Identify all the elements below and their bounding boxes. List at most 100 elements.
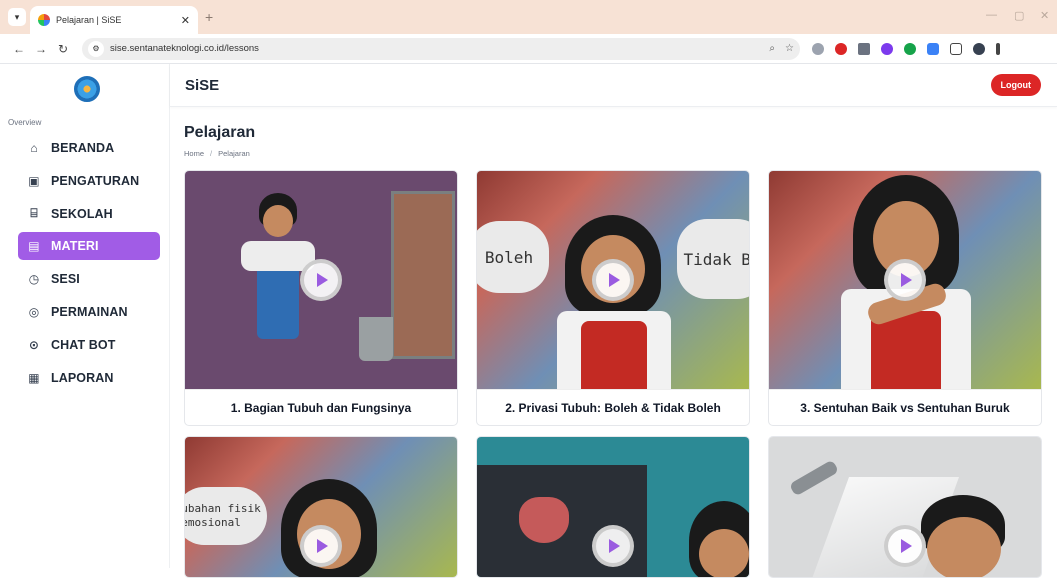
lesson-title[interactable]: 3. Sentuhan Baik vs Sentuhan Buruk <box>769 389 1041 425</box>
lesson-card[interactable] <box>768 436 1042 578</box>
lesson-title[interactable]: 1. Bagian Tubuh dan Fungsinya <box>185 389 457 425</box>
page-title: Pelajaran <box>184 124 256 141</box>
app-root: Overview ⌂ BERANDA ▣ PENGATURAN ⌸ SEKOLA… <box>0 64 1057 578</box>
zoom-icon[interactable]: ⌕ <box>769 43 775 54</box>
speech-bubble-left: Boleh <box>477 221 549 293</box>
home-icon: ⌂ <box>30 141 38 155</box>
sidebar-item-label: BERANDA <box>51 141 115 155</box>
purple-extension-icon[interactable] <box>881 42 893 55</box>
speech-bubble-left: ubahan fisik emosional <box>185 487 267 545</box>
sise-logo-icon[interactable] <box>74 76 100 102</box>
sidebar-item-label: PERMAINAN <box>51 304 128 319</box>
anatomy-illustration <box>519 497 569 543</box>
bookmark-star-icon[interactable]: ☆ <box>785 43 794 54</box>
user-settings-icon: ▣ <box>28 173 40 188</box>
play-icon <box>609 273 620 287</box>
sidebar-menu: ⌂ BERANDA ▣ PENGATURAN ⌸ SEKOLAH ▤ MATER… <box>18 134 160 396</box>
lesson-card[interactable]: 3. Sentuhan Baik vs Sentuhan Buruk <box>768 170 1042 426</box>
close-tab-icon[interactable]: ✕ <box>181 14 190 27</box>
face-shape <box>263 205 293 237</box>
play-icon <box>901 273 912 287</box>
browser-menu-icon[interactable] <box>996 42 1000 55</box>
sidebar-item-sesi[interactable]: ◷ SESI <box>18 265 160 293</box>
play-icon <box>317 273 328 287</box>
school-icon: ⌸ <box>30 206 38 221</box>
play-button[interactable] <box>592 259 634 301</box>
sidebar-item-laporan[interactable]: ▦ LAPORAN <box>18 364 160 392</box>
sidebar: Overview ⌂ BERANDA ▣ PENGATURAN ⌸ SEKOLA… <box>0 64 170 568</box>
lesson-thumbnail[interactable]: Boleh Tidak Bo <box>477 171 749 389</box>
address-bar[interactable]: ⚙ sise.sentanateknologi.co.id/lessons ⌕ … <box>82 37 800 60</box>
camera-extension-icon[interactable] <box>812 42 824 55</box>
play-button[interactable] <box>884 259 926 301</box>
locker-illustration <box>391 191 455 359</box>
speech-bubble-right: Tidak Bo <box>677 219 749 299</box>
lesson-thumbnail[interactable] <box>477 437 749 577</box>
sidebar-item-chat-bot[interactable]: ⊙ CHAT BOT <box>18 331 160 359</box>
sidebar-item-beranda[interactable]: ⌂ BERANDA <box>18 134 160 162</box>
minimize-icon[interactable]: — <box>986 9 997 21</box>
lesson-thumbnail[interactable] <box>185 171 457 389</box>
sidebar-item-label: SEKOLAH <box>51 206 113 221</box>
play-button[interactable] <box>300 525 342 568</box>
blue-extension-icon[interactable] <box>927 42 939 55</box>
dress-shape <box>581 321 647 389</box>
play-button[interactable] <box>300 259 342 301</box>
lesson-title[interactable]: 2. Privasi Tubuh: Boleh & Tidak Boleh <box>477 389 749 425</box>
trash-bin-illustration <box>359 317 393 361</box>
sidebar-section-label: Overview <box>8 118 42 127</box>
window-close-icon[interactable]: ✕ <box>1040 9 1049 22</box>
logout-button[interactable]: Logout <box>990 74 1041 96</box>
breadcrumb: Home / Pelajaran <box>184 149 250 158</box>
gamepad-icon: ◎ <box>28 304 40 319</box>
main-content: SiSE Logout Pelajaran Home / Pelajaran 1. … <box>170 64 1057 578</box>
puzzle-extensions-icon[interactable] <box>950 42 962 55</box>
play-button[interactable] <box>592 525 634 568</box>
play-icon <box>609 539 620 554</box>
cursor-extension-icon[interactable] <box>858 42 870 55</box>
tab-search-icon[interactable]: ▾ <box>8 8 26 26</box>
search-extension-icon[interactable] <box>904 42 916 55</box>
lesson-thumbnail[interactable]: ubahan fisik emosional <box>185 437 457 577</box>
play-icon <box>901 539 912 554</box>
timer-icon: ◷ <box>28 272 40 287</box>
browser-tab[interactable]: Pelajaran | SiSE ✕ <box>30 6 198 34</box>
shower-head-illustration <box>788 459 840 497</box>
tab-title: Pelajaran | SiSE <box>56 15 122 25</box>
sidebar-item-sekolah[interactable]: ⌸ SEKOLAH <box>18 200 160 228</box>
face-shape <box>927 517 1001 577</box>
lesson-card[interactable] <box>476 436 750 578</box>
play-button[interactable] <box>884 525 926 568</box>
profile-avatar-icon[interactable] <box>973 42 985 55</box>
reload-icon[interactable]: ↻ <box>52 42 74 56</box>
lesson-card[interactable]: Boleh Tidak Bo 2. Privasi Tubuh: Boleh &… <box>476 170 750 426</box>
report-icon: ▦ <box>28 370 40 385</box>
lesson-card[interactable]: ubahan fisik emosional <box>184 436 458 578</box>
extensions-bar <box>812 42 1000 55</box>
brand-title: SiSE <box>185 76 220 94</box>
lesson-card[interactable]: 1. Bagian Tubuh dan Fungsinya <box>184 170 458 426</box>
sidebar-item-pengaturan[interactable]: ▣ PENGATURAN <box>18 167 160 195</box>
sidebar-item-label: CHAT BOT <box>51 337 116 352</box>
red-extension-icon[interactable] <box>835 42 847 55</box>
breadcrumb-home[interactable]: Home <box>184 149 204 158</box>
save-icon: ▤ <box>28 239 40 254</box>
site-info-icon[interactable]: ⚙ <box>88 40 104 57</box>
lesson-grid: 1. Bagian Tubuh dan Fungsinya Boleh Tida… <box>184 170 1042 578</box>
sidebar-item-label: SESI <box>51 272 80 287</box>
new-tab-icon[interactable]: + <box>205 9 213 25</box>
sidebar-item-label: MATERI <box>51 239 99 254</box>
top-bar: SiSE Logout <box>170 64 1057 107</box>
lesson-thumbnail[interactable] <box>769 437 1041 577</box>
lesson-thumbnail[interactable] <box>769 171 1041 389</box>
sidebar-item-materi[interactable]: ▤ MATERI <box>18 232 160 261</box>
browser-tab-strip: ▾ Pelajaran | SiSE ✕ + — ▢ ✕ <box>0 0 1057 34</box>
sidebar-item-label: PENGATURAN <box>51 173 140 188</box>
site-favicon-icon <box>38 14 50 26</box>
sidebar-item-permainan[interactable]: ◎ PERMAINAN <box>18 298 160 326</box>
face-shape <box>699 529 749 577</box>
back-icon[interactable]: ← <box>8 42 30 56</box>
restore-icon[interactable]: ▢ <box>1014 9 1024 22</box>
url-text[interactable]: sise.sentanateknologi.co.id/lessons <box>110 43 759 54</box>
forward-icon[interactable]: → <box>30 42 52 56</box>
